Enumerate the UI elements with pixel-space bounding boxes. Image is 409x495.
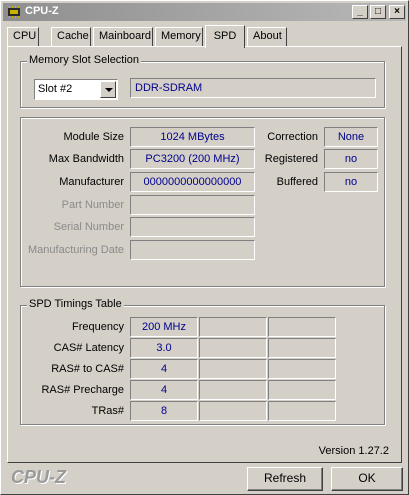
tab-memory[interactable]: Memory [155, 27, 203, 47]
timing-label-frequency: Frequency [72, 321, 124, 333]
cpu-chip-icon [8, 6, 20, 18]
part-number-field [130, 195, 255, 215]
refresh-button[interactable]: Refresh [247, 467, 323, 491]
timing-cell [199, 401, 267, 421]
maximize-button[interactable]: □ [370, 5, 386, 19]
timing-label-tras: TRas# [91, 405, 124, 417]
memory-type-field: DDR-SDRAM [130, 78, 376, 98]
timing-cell [199, 380, 267, 400]
serial-number-field [130, 217, 255, 237]
cpuz-window: CPU-Z _ □ × CPU Cache Mainboard Memory S… [0, 0, 409, 495]
spd-timings-title: SPD Timings Table [27, 298, 124, 310]
timing-value-ras-precharge: 4 [130, 380, 198, 400]
memory-slot-group-title: Memory Slot Selection [27, 54, 142, 66]
module-size-label: Module Size [63, 131, 124, 143]
title-bar[interactable]: CPU-Z _ □ × [3, 3, 406, 21]
slot-select-value: Slot #2 [38, 83, 73, 95]
timing-value-tras: 8 [130, 401, 198, 421]
buffered-label: Buffered [276, 176, 318, 188]
tab-cpu[interactable]: CPU [7, 27, 39, 47]
version-label: Version 1.27.2 [318, 445, 389, 457]
manufacturer-label: Manufacturer [59, 176, 124, 188]
tab-mainboard[interactable]: Mainboard [93, 27, 153, 47]
buffered-field: no [324, 172, 378, 192]
correction-label: Correction [267, 131, 318, 143]
manufacturing-date-field [130, 240, 255, 260]
maximize-icon: □ [374, 6, 382, 17]
close-button[interactable]: × [389, 5, 405, 19]
timing-cell [199, 338, 267, 358]
max-bandwidth-field: PC3200 (200 MHz) [130, 149, 255, 169]
tab-cache[interactable]: Cache [51, 27, 91, 47]
chevron-down-icon [105, 88, 113, 92]
spd-panel: Memory Slot Selection Slot #2 DDR-SDRAM … [7, 46, 402, 463]
timing-cell [199, 359, 267, 379]
timing-value-ras-to-cas: 4 [130, 359, 198, 379]
timing-cell [268, 359, 336, 379]
timing-label-cas-latency: CAS# Latency [53, 342, 124, 354]
cpuz-brand-logo: CPU-Z [11, 467, 66, 487]
timing-cell [199, 317, 267, 337]
minimize-button[interactable]: _ [352, 5, 368, 19]
slot-select-dropdown-button[interactable] [100, 81, 116, 98]
close-icon: × [394, 6, 400, 17]
correction-field: None [324, 127, 378, 147]
max-bandwidth-label: Max Bandwidth [48, 153, 124, 165]
timing-cell [268, 380, 336, 400]
manufacturer-field: 0000000000000000 [130, 172, 255, 192]
timing-label-ras-precharge: RAS# Precharge [41, 384, 124, 396]
tab-spd[interactable]: SPD [205, 25, 245, 48]
manufacturing-date-label: Manufacturing Date [28, 244, 124, 256]
slot-select[interactable]: Slot #2 [34, 79, 118, 100]
serial-number-label: Serial Number [53, 221, 124, 233]
timing-cell [268, 401, 336, 421]
ok-button[interactable]: OK [331, 467, 403, 491]
tab-about[interactable]: About [247, 27, 287, 47]
timing-cell [268, 338, 336, 358]
timing-value-frequency: 200 MHz [130, 317, 198, 337]
module-size-field: 1024 MBytes [130, 127, 255, 147]
registered-label: Registered [264, 153, 318, 165]
minimize-icon: _ [357, 6, 363, 17]
timing-label-ras-to-cas: RAS# to CAS# [51, 363, 124, 375]
timing-value-cas-latency: 3.0 [130, 338, 198, 358]
registered-field: no [324, 149, 378, 169]
part-number-label: Part Number [61, 199, 124, 211]
timing-cell [268, 317, 336, 337]
window-title: CPU-Z [25, 5, 59, 17]
